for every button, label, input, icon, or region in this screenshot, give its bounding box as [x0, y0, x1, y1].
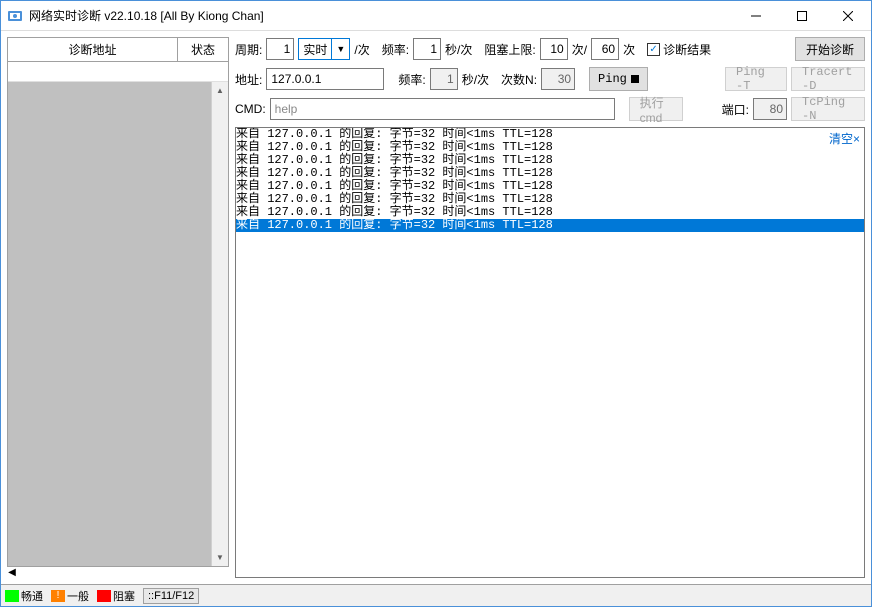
per-time-label: /次 [354, 41, 369, 58]
ping-button-label: Ping [598, 72, 627, 86]
hotkey-hint: ::F11/F12 [143, 588, 199, 604]
address-input-row [8, 62, 228, 82]
port-input [753, 98, 787, 120]
output-line[interactable]: 来自 127.0.0.1 的回复: 字节=32 时间<1ms TTL=128 [236, 219, 864, 232]
address-list-body: ▲ ▼ [7, 62, 229, 567]
clear-output-link[interactable]: 清空× [829, 130, 860, 147]
app-icon [7, 8, 23, 24]
period-mode-combo[interactable]: 实时 ▼ [298, 38, 350, 60]
status-swatch-red [97, 590, 111, 602]
output-panel: 清空× 来自 127.0.0.1 的回复: 字节=32 时间<1ms TTL=1… [235, 127, 865, 578]
freq-label-2: 频率: [398, 71, 425, 88]
checkbox-icon: ✓ [647, 43, 660, 56]
settings-row-2: 地址: 频率: 秒/次 次数N: Ping Ping -T Tracert -D [235, 67, 865, 91]
block-limit-label: 阻塞上限: [484, 41, 535, 58]
freq-input-1[interactable] [413, 38, 441, 60]
settings-row-3: CMD: 执行cmd 端口: TcPing -N [235, 97, 865, 121]
minimize-button[interactable] [733, 1, 779, 31]
scroll-down-button[interactable]: ▼ [212, 549, 228, 566]
content-area: 诊断地址 状态 ▲ ▼ ◀ 周期: [1, 31, 871, 584]
status-blocked-label: 阻塞 [113, 588, 135, 604]
status-swatch-green [5, 590, 19, 602]
titlebar: 网络实时诊断 v22.10.18 [All By Kiong Chan] [1, 1, 871, 31]
chevron-down-icon: ▼ [331, 39, 349, 59]
close-button[interactable] [825, 1, 871, 31]
address-new-input[interactable] [8, 62, 228, 81]
app-window: 网络实时诊断 v22.10.18 [All By Kiong Chan] 诊断地… [0, 0, 872, 607]
freq-unit-1: 秒/次 [445, 41, 472, 58]
column-status[interactable]: 状态 [178, 38, 228, 61]
statusbar: 畅通 ! 一般 阻塞 ::F11/F12 [1, 584, 871, 606]
scroll-up-button[interactable]: ▲ [212, 82, 228, 99]
left-panel: 诊断地址 状态 ▲ ▼ ◀ [7, 37, 229, 578]
ping-button[interactable]: Ping [589, 67, 648, 91]
block-limit-input-2[interactable] [591, 38, 619, 60]
column-address[interactable]: 诊断地址 [8, 38, 178, 61]
left-indicator-icon: ◀ [7, 567, 17, 578]
scroll-track[interactable] [212, 99, 228, 549]
tcping-n-button[interactable]: TcPing -N [791, 97, 865, 121]
combo-text: 实时 [299, 41, 331, 58]
cmd-label: CMD: [235, 102, 266, 116]
settings-row-1: 周期: 实时 ▼ /次 频率: 秒/次 阻塞上限: 次/ 次 ✓ [235, 37, 865, 61]
period-label: 周期: [235, 41, 262, 58]
window-title: 网络实时诊断 v22.10.18 [All By Kiong Chan] [29, 7, 733, 24]
diag-result-label: 诊断结果 [663, 41, 711, 58]
output-lines[interactable]: 来自 127.0.0.1 的回复: 字节=32 时间<1ms TTL=128来自… [236, 128, 864, 232]
count-n-label: 次数N: [501, 71, 537, 88]
address-list-empty[interactable]: ▲ ▼ [8, 82, 228, 566]
tracert-d-button[interactable]: Tracert -D [791, 67, 865, 91]
left-scrollbar[interactable]: ▲ ▼ [211, 82, 228, 566]
maximize-button[interactable] [779, 1, 825, 31]
freq-label-1: 频率: [382, 41, 409, 58]
ping-t-button[interactable]: Ping -T [725, 67, 787, 91]
address-input[interactable] [266, 68, 384, 90]
execute-cmd-button[interactable]: 执行cmd [629, 97, 683, 121]
cmd-input[interactable] [270, 98, 615, 120]
status-swatch-orange: ! [51, 590, 65, 602]
freq-input-2 [430, 68, 458, 90]
start-diagnosis-button[interactable]: 开始诊断 [795, 37, 865, 61]
period-input[interactable] [266, 38, 294, 60]
right-panel: 周期: 实时 ▼ /次 频率: 秒/次 阻塞上限: 次/ 次 ✓ [235, 37, 865, 578]
address-label: 地址: [235, 71, 262, 88]
status-normal-label: 一般 [67, 588, 89, 604]
block-unit-1: 次/ [572, 41, 587, 58]
block-unit-2: 次 [623, 41, 635, 58]
port-label: 端口: [722, 101, 749, 118]
address-list-header: 诊断地址 状态 [7, 37, 229, 62]
diag-result-checkbox[interactable]: ✓ 诊断结果 [647, 41, 711, 58]
stop-square-icon [631, 75, 639, 83]
count-n-input [541, 68, 575, 90]
freq-unit-2: 秒/次 [462, 71, 489, 88]
block-limit-input-1[interactable] [540, 38, 568, 60]
status-smooth-label: 畅通 [21, 588, 43, 604]
